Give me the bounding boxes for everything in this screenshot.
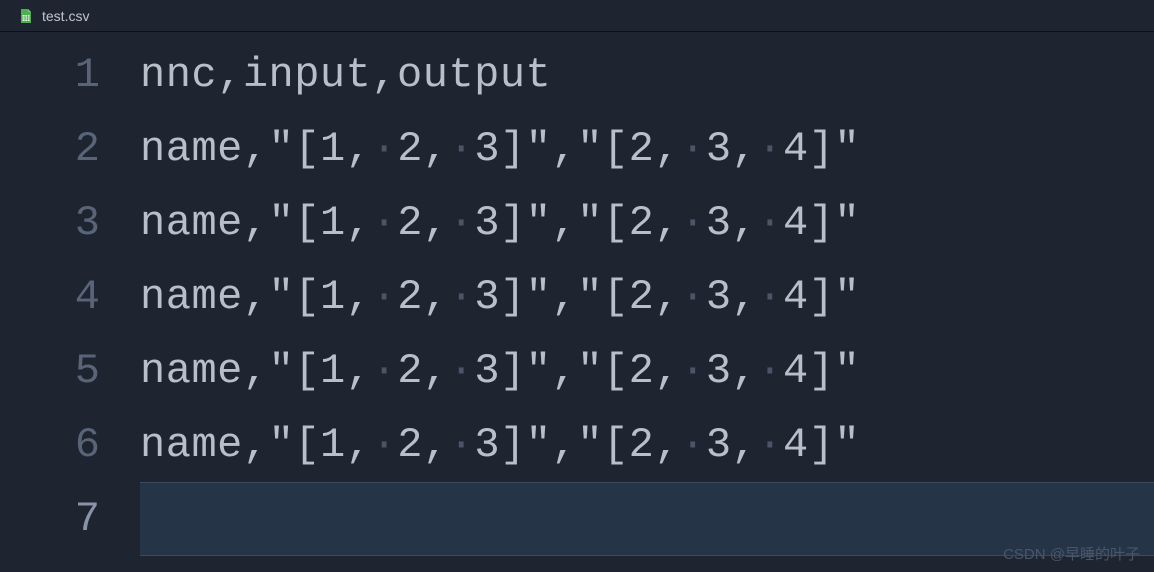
code-line[interactable]: 4 name,"[1,·2,·3]","[2,·3,·4]" [0, 260, 1154, 334]
code-line-current[interactable]: 7 [0, 482, 1154, 556]
code-line[interactable]: 2 name,"[1,·2,·3]","[2,·3,·4]" [0, 112, 1154, 186]
line-number: 4 [0, 273, 140, 321]
line-content[interactable]: name,"[1,·2,·3]","[2,·3,·4]" [140, 199, 860, 247]
file-tab[interactable]: test.csv [10, 4, 97, 28]
line-number: 7 [0, 495, 140, 543]
tab-filename: test.csv [42, 8, 89, 24]
tab-bar: test.csv [0, 0, 1154, 32]
line-number: 6 [0, 421, 140, 469]
code-line[interactable]: 1 nnc,input,output [0, 38, 1154, 112]
line-content[interactable]: name,"[1,·2,·3]","[2,·3,·4]" [140, 273, 860, 321]
code-editor[interactable]: 1 nnc,input,output 2 name,"[1,·2,·3]","[… [0, 32, 1154, 556]
line-number: 2 [0, 125, 140, 173]
line-number: 3 [0, 199, 140, 247]
line-number: 1 [0, 51, 140, 99]
line-content[interactable]: nnc,input,output [140, 51, 551, 99]
line-content[interactable]: name,"[1,·2,·3]","[2,·3,·4]" [140, 125, 860, 173]
code-line[interactable]: 6 name,"[1,·2,·3]","[2,·3,·4]" [0, 408, 1154, 482]
line-content[interactable]: name,"[1,·2,·3]","[2,·3,·4]" [140, 421, 860, 469]
watermark: CSDN @早睡的叶子 [1003, 543, 1140, 564]
code-line[interactable]: 3 name,"[1,·2,·3]","[2,·3,·4]" [0, 186, 1154, 260]
line-content[interactable]: name,"[1,·2,·3]","[2,·3,·4]" [140, 347, 860, 395]
csv-file-icon [18, 8, 34, 24]
code-line[interactable]: 5 name,"[1,·2,·3]","[2,·3,·4]" [0, 334, 1154, 408]
line-number: 5 [0, 347, 140, 395]
